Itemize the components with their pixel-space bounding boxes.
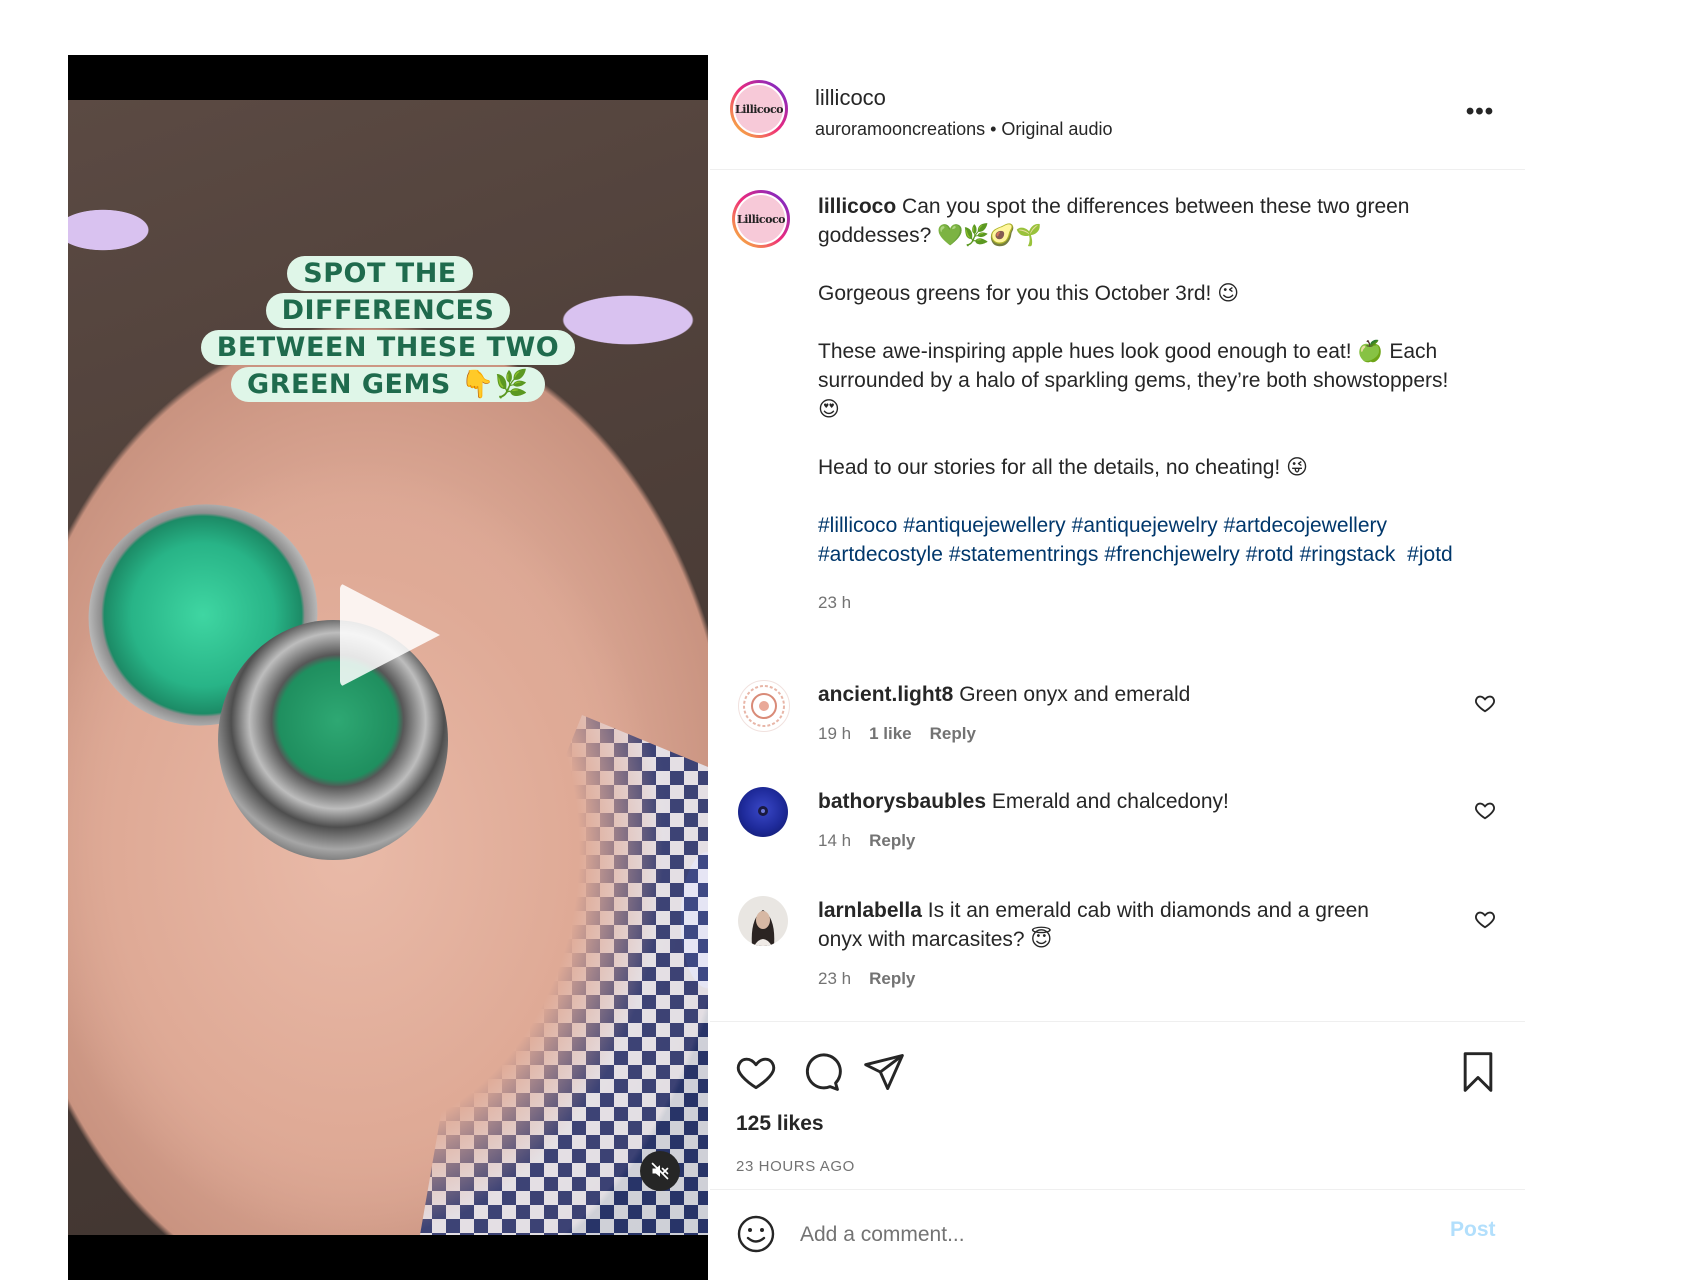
hashtag-link[interactable]: #frenchjewelry xyxy=(1104,543,1239,566)
like-heart-icon[interactable] xyxy=(734,1050,778,1094)
heart-icon[interactable] xyxy=(1474,908,1496,930)
comment-body: larnlabella Is it an emerald cab with di… xyxy=(818,896,1418,993)
post-comment-button[interactable]: Post xyxy=(1450,1218,1496,1242)
comment-time[interactable]: 14 h xyxy=(818,831,851,850)
like-count[interactable]: 125 likes xyxy=(736,1112,824,1136)
comment-meta: 14 h Reply xyxy=(818,826,1418,855)
hashtag-link[interactable]: #artdecostyle xyxy=(818,543,943,566)
hashtag-link[interactable]: #ringstack xyxy=(1300,543,1396,566)
bookmark-icon[interactable] xyxy=(1456,1050,1500,1094)
commenter-username[interactable]: bathorysbaubles xyxy=(818,790,986,813)
hashtag-link[interactable]: #lillicoco xyxy=(818,514,897,537)
heart-icon[interactable] xyxy=(1474,799,1496,821)
mandala-avatar-icon xyxy=(743,685,785,727)
hashtag-link[interactable]: #statementrings xyxy=(949,543,1098,566)
reply-button[interactable]: Reply xyxy=(869,831,915,850)
hashtag-list: #lillicoco #antiquejewellery #antiquejewel… xyxy=(818,511,1468,569)
avatar[interactable]: Lillicoco xyxy=(730,80,788,138)
caption-line: Can you spot the differences between the… xyxy=(818,195,1410,247)
play-icon[interactable] xyxy=(340,583,440,687)
comment-likes[interactable]: 1 like xyxy=(869,724,912,743)
comment-input[interactable] xyxy=(798,1216,1362,1254)
caption-avatar[interactable]: Lillicoco xyxy=(732,190,790,248)
commenter-username[interactable]: ancient.light8 xyxy=(818,683,953,706)
avatar-logo: Lillicoco xyxy=(735,85,784,133)
comment-text: Green onyx and emerald xyxy=(959,683,1191,706)
comment-time[interactable]: 23 h xyxy=(818,969,851,988)
share-send-icon[interactable] xyxy=(862,1050,906,1094)
comment-text: Emerald and chalcedony! xyxy=(991,790,1229,813)
overlay-line: BETWEEN THESE TWO xyxy=(200,330,576,365)
hashtag-link[interactable]: #artdecojewellery xyxy=(1224,514,1387,537)
comment-meta: 23 h Reply xyxy=(818,964,1418,993)
caption-username[interactable]: lillicoco xyxy=(818,195,896,218)
caption-line: Head to our stories for all the details,… xyxy=(818,456,1308,479)
overlay-line: SPOT THE DIFFERENCES xyxy=(265,256,511,328)
hashtag-link[interactable]: #antiquejewelry xyxy=(1072,514,1218,537)
hashtag-link[interactable]: #antiquejewellery xyxy=(903,514,1065,537)
speaker-muted-icon xyxy=(651,1162,669,1180)
comment-body: ancient.light8 Green onyx and emerald 19… xyxy=(818,680,1418,748)
comment-time[interactable]: 19 h xyxy=(818,724,851,743)
comment-meta: 19 h 1 like Reply xyxy=(818,719,1418,748)
caption-line: Gorgeous greens for you this October 3rd… xyxy=(818,282,1240,305)
overlay-line: GREEN GEMS 👇🌿 xyxy=(231,367,545,402)
reply-button[interactable]: Reply xyxy=(930,724,976,743)
more-options-button[interactable]: ••• xyxy=(1462,97,1498,127)
post-timestamp: 23 HOURS AGO xyxy=(736,1158,855,1175)
commenter-avatar[interactable] xyxy=(738,896,788,946)
emoji-icon[interactable] xyxy=(736,1214,776,1254)
hashtag-link[interactable]: #jotd xyxy=(1407,543,1453,566)
commenter-username[interactable]: larnlabella xyxy=(818,899,922,922)
hashtag-link[interactable]: #rotd xyxy=(1246,543,1294,566)
header-username[interactable]: lillicoco xyxy=(815,85,886,111)
commenter-avatar[interactable] xyxy=(738,680,790,732)
audio-attribution[interactable]: auroramooncreations • Original audio xyxy=(815,119,1112,140)
post-details-panel: Lillicoco lillicoco auroramooncreations … xyxy=(710,55,1525,1280)
video-overlay-text: SPOT THE DIFFERENCES BETWEEN THESE TWO G… xyxy=(188,255,588,403)
dark-figure-icon xyxy=(758,806,768,816)
caption-line: These awe-inspiring apple hues look good… xyxy=(818,340,1449,421)
heart-icon[interactable] xyxy=(1474,692,1496,714)
avatar-logo: Lillicoco xyxy=(737,195,786,243)
comment-bubble-icon[interactable] xyxy=(798,1050,842,1094)
person-photo-icon xyxy=(751,910,775,946)
caption-text: lillicoco Can you spot the differences b… xyxy=(818,192,1468,617)
caption-timestamp[interactable]: 23 h xyxy=(818,588,1468,617)
post-header: Lillicoco lillicoco auroramooncreations … xyxy=(710,55,1525,170)
add-comment-bar: Post xyxy=(710,1189,1525,1280)
post-media[interactable]: SPOT THE DIFFERENCES BETWEEN THESE TWO G… xyxy=(68,55,708,1280)
reply-button[interactable]: Reply xyxy=(869,969,915,988)
mute-button[interactable] xyxy=(640,1151,680,1191)
comment-body: bathorysbaubles Emerald and chalcedony! … xyxy=(818,787,1418,855)
commenter-avatar[interactable] xyxy=(738,787,788,837)
